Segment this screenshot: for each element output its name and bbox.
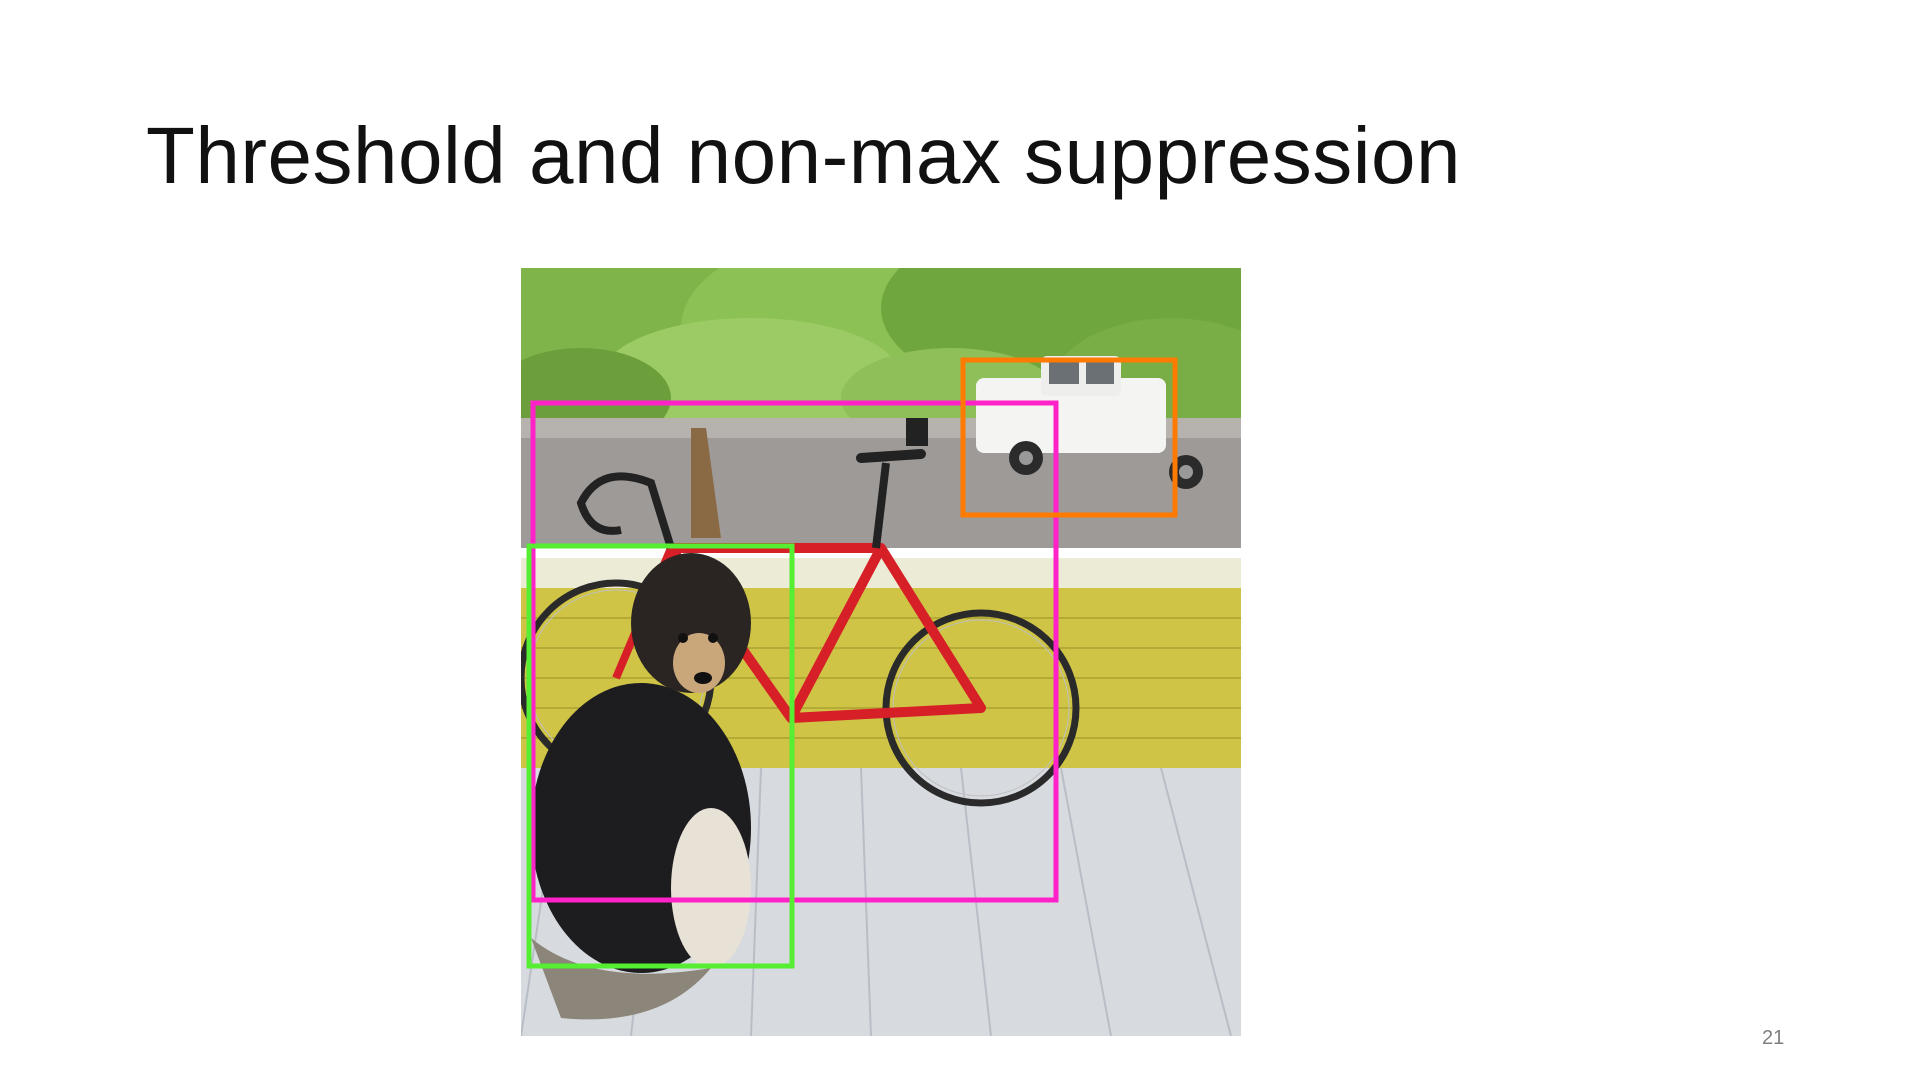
- slide-title: Threshold and non-max suppression: [146, 111, 1462, 200]
- slide: Threshold and non-max suppression 21: [0, 0, 1920, 1080]
- photo-illustration: [521, 268, 1241, 1036]
- page-number: 21: [1762, 1027, 1785, 1049]
- detection-photo: [521, 268, 1241, 1036]
